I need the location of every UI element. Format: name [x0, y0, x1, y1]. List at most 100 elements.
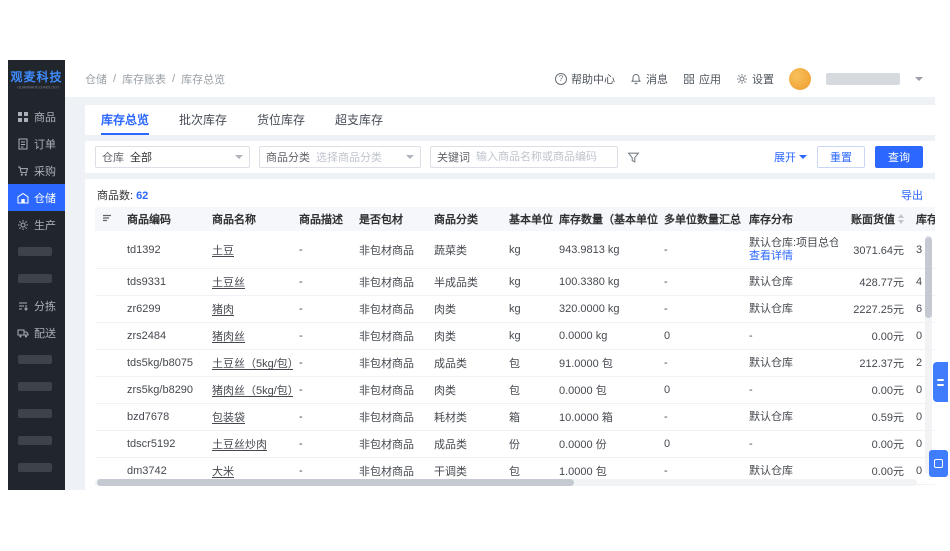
multi-cell: 0	[664, 438, 671, 450]
view-detail-link[interactable]: 查看详情	[749, 250, 832, 263]
column-header-1: 商品编码	[121, 211, 206, 227]
stock-distribution-cell: 默认仓库:项目总仓库查看详情	[743, 237, 838, 263]
multi-cell: -	[664, 303, 668, 315]
floating-feedback-button[interactable]	[929, 450, 948, 477]
stock-distribution-text: -	[749, 329, 753, 342]
sort-icon[interactable]	[898, 214, 904, 224]
settings-button[interactable]: 设置	[736, 71, 774, 87]
desc-cell: -	[299, 438, 303, 450]
value-cell: 0.00元	[871, 385, 904, 397]
keyword-input[interactable]	[476, 151, 608, 163]
tab-location-stock[interactable]: 货位库存	[257, 105, 305, 135]
product-name-link[interactable]: 大米	[212, 466, 234, 478]
product-name-link[interactable]: 土豆丝炒肉	[212, 439, 267, 451]
filter-bar: 仓库 全部 商品分类 选择商品分类 关键词 展开 重置	[85, 141, 935, 173]
horizontal-scrollbar-thumb[interactable]	[97, 479, 574, 486]
apps-grid-icon	[684, 73, 694, 84]
product-name-link[interactable]: 猪肉	[212, 304, 234, 316]
product-name-link[interactable]: 包装袋	[212, 412, 245, 424]
table-row: bzd7678 包装袋 - 非包材商品 耗材类箱 10.0000 箱 - 默认仓库 0.59元 0	[95, 404, 935, 431]
sidebar-item-redacted[interactable]	[8, 238, 65, 265]
redacted-label	[18, 355, 52, 364]
stock-distribution-cell: 默认仓库	[743, 357, 838, 370]
product-name-link[interactable]: 土豆	[212, 245, 234, 257]
sidebar-item-redacted[interactable]	[8, 265, 65, 292]
product-name-link[interactable]: 土豆丝	[212, 277, 245, 289]
tab-overdraft-stock[interactable]: 超支库存	[335, 105, 383, 135]
table-row: tds5kg/b8075 土豆丝（5kg/包） - 非包材商品 成品类包 91.0000 …	[95, 350, 935, 377]
table-row: zrs2484 猪肉丝 - 非包材商品 肉类 kg 0.0000 kg 0-0.00元 0	[95, 323, 935, 350]
warehouse-select[interactable]: 仓库 全部	[95, 146, 250, 168]
search-button[interactable]: 查询	[875, 146, 923, 168]
multi-cell: 0	[664, 384, 671, 396]
tab-batch-stock[interactable]: 批次库存	[179, 105, 227, 135]
value-cell: 0.00元	[871, 331, 904, 343]
sidebar-item-redacted[interactable]	[8, 373, 65, 400]
column-header-5: 商品分类	[428, 211, 503, 227]
table-row: tdscr5192 土豆丝炒肉 - 非包材商品 成品类份 0.0000 份 0-0.00元 0	[95, 431, 935, 458]
breadcrumb-item-warehouse[interactable]: 仓储	[85, 71, 107, 87]
sidebar-item-订单[interactable]: 订单	[8, 130, 65, 157]
product-name-link[interactable]: 猪肉丝	[212, 331, 245, 343]
sidebar-item-redacted[interactable]	[8, 427, 65, 454]
messages-button[interactable]: 消息	[630, 71, 668, 87]
advanced-filter-button[interactable]	[627, 151, 640, 164]
messages-label: 消息	[646, 73, 668, 86]
product-name-cell: 土豆丝炒肉	[206, 436, 293, 452]
value-cell: 2227.25元	[853, 304, 904, 316]
tab-stock-overview[interactable]: 库存总览	[101, 105, 150, 135]
apps-button[interactable]: 应用	[683, 71, 721, 87]
table-body: td1392 土豆 - 非包材商品 蔬菜类 kg 943.9813 kg - 默认仓库:项目总仓…	[95, 231, 935, 485]
sidebar-item-label: 订单	[34, 138, 56, 151]
product-name-link[interactable]: 土豆丝（5kg/包）	[212, 358, 293, 370]
value-cell: 0.00元	[871, 466, 904, 478]
sidebar-item-配送[interactable]: 配送	[8, 319, 65, 346]
category-cell: 耗材类	[434, 412, 467, 424]
sidebar-item-仓储[interactable]: 仓储	[8, 184, 65, 211]
vertical-scrollbar-thumb[interactable]	[925, 237, 932, 319]
table-row: td1392 土豆 - 非包材商品 蔬菜类 kg 943.9813 kg - 默认仓库:项目总仓…	[95, 231, 935, 269]
product-name-link[interactable]: 猪肉丝（5kg/包）	[212, 385, 293, 397]
sorting-icon	[17, 300, 29, 312]
desc-cell: -	[299, 243, 303, 256]
category-select[interactable]: 商品分类 选择商品分类	[259, 146, 421, 168]
bell-icon	[631, 73, 641, 84]
sidebar-item-redacted[interactable]	[8, 400, 65, 427]
sidebar-item-redacted[interactable]	[8, 454, 65, 481]
sidebar-item-采购[interactable]: 采购	[8, 157, 65, 184]
column-settings-icon[interactable]	[101, 212, 113, 227]
chevron-down-icon	[235, 155, 243, 159]
multi-cell: -	[664, 243, 668, 256]
product-count-label: 商品数:	[97, 190, 134, 202]
stock-distribution-cell: 默认仓库	[743, 465, 838, 478]
column-header-7: 库存数量（基本单位）	[553, 211, 658, 227]
redacted-label	[18, 409, 52, 418]
breadcrumb-item-ledger[interactable]: 库存账表	[122, 71, 166, 87]
stock-distribution-cell: -	[743, 438, 838, 451]
sidebar-item-生产[interactable]: 生产	[8, 211, 65, 238]
column-header-label: 商品名称	[212, 214, 256, 226]
value-cell: 212.37元	[859, 358, 904, 370]
avatar[interactable]	[789, 67, 811, 90]
table-row: zr6299 猪肉 - 非包材商品 肉类 kg 320.0000 kg - 默认仓库 2227.2…	[95, 296, 935, 323]
help-center-button[interactable]: ? 帮助中心	[555, 71, 615, 87]
sidebar-item-分拣[interactable]: 分拣	[8, 292, 65, 319]
code-cell: zr6299	[127, 303, 161, 315]
column-header-label: 库存数量（基本单位）	[559, 214, 658, 226]
chevron-down-icon[interactable]	[915, 76, 923, 81]
packaging-cell: 非包材商品	[359, 244, 414, 257]
unit-cell: 份	[509, 439, 520, 451]
help-icon: ?	[555, 72, 567, 85]
packaging-cell: 非包材商品	[359, 466, 414, 478]
sidebar-item-redacted[interactable]	[8, 346, 65, 373]
column-header-3: 商品描述	[293, 211, 353, 227]
floating-support-tab[interactable]	[933, 362, 948, 402]
expand-filters-link[interactable]: 展开	[774, 149, 807, 165]
support-tab-glyph	[937, 378, 944, 381]
reset-button[interactable]: 重置	[817, 146, 865, 168]
table-header-row: 商品编码 商品名称 商品描述 是否包材 商品分类 基本单位 库存数量（基本单位） 多单位数量汇…	[95, 207, 935, 231]
product-name-cell: 土豆丝	[206, 274, 293, 290]
settings-label: 设置	[752, 73, 774, 86]
sidebar-item-商品[interactable]: 商品	[8, 103, 65, 130]
export-link[interactable]: 导出	[901, 187, 923, 203]
